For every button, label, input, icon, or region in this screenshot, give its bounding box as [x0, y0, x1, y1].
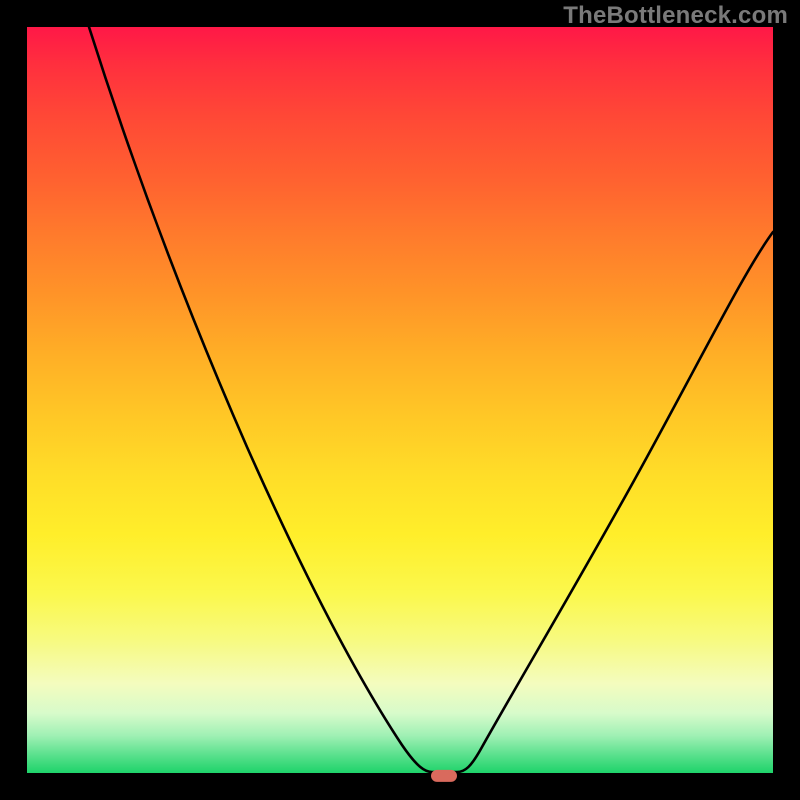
bottleneck-curve [27, 27, 773, 773]
curve-path [89, 27, 773, 772]
chart-frame: TheBottleneck.com [0, 0, 800, 800]
watermark-text: TheBottleneck.com [563, 2, 788, 30]
plot-area [27, 27, 773, 773]
min-marker [431, 770, 457, 782]
